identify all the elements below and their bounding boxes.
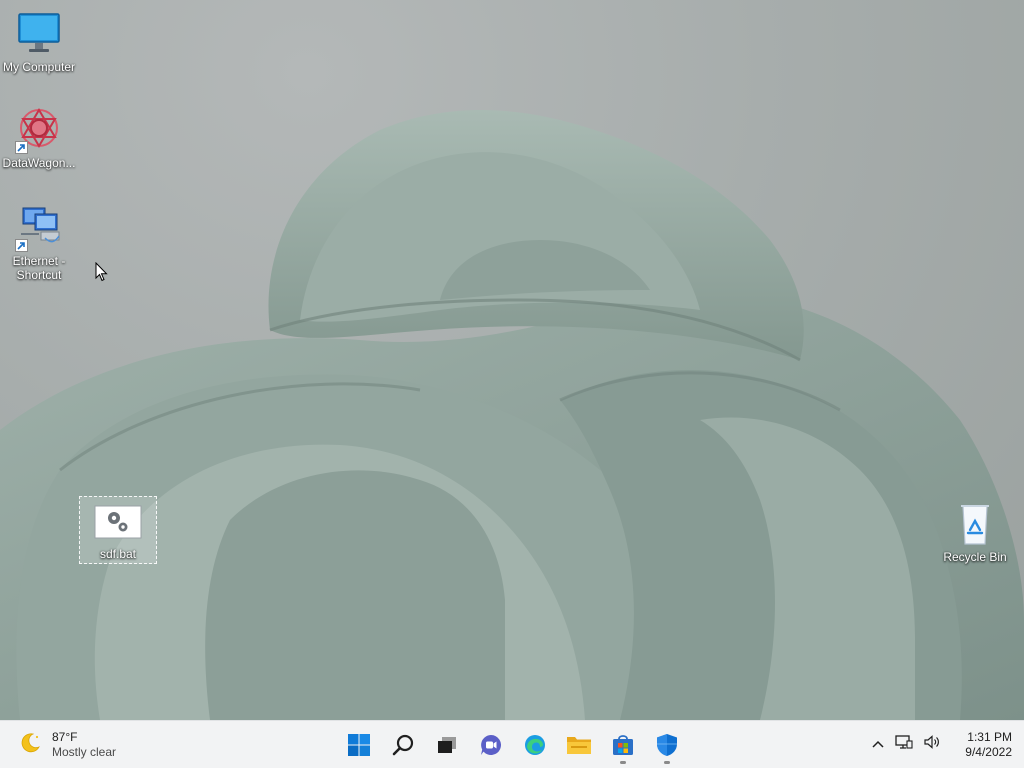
taskbar-apps — [339, 725, 687, 765]
datawagon-logo-icon — [15, 106, 63, 154]
search-button[interactable] — [383, 725, 423, 765]
microsoft-store-icon — [613, 735, 633, 755]
wallpaper-bloom — [0, 110, 1024, 720]
running-indicator — [620, 761, 626, 764]
windows-security-icon — [657, 734, 677, 756]
weather-condition: Mostly clear — [52, 745, 117, 759]
ethernet-shortcut-desktop-icon[interactable]: Ethernet - Shortcut — [0, 204, 78, 282]
taskbar: 87°F Mostly clear 1:31 PM 9/4/2022 — [0, 720, 1024, 768]
system-tray: 1:31 PM 9/4/2022 — [871, 721, 1012, 768]
windows-security-button[interactable] — [647, 725, 687, 765]
datawagon-label: DataWagon... — [2, 156, 76, 170]
task-view-icon — [438, 737, 456, 753]
monitor-icon — [15, 10, 63, 58]
ethernet-label-line1: Ethernet - — [12, 254, 66, 268]
recycle-bin-icon — [951, 500, 999, 548]
file-explorer-button[interactable] — [559, 725, 599, 765]
weather-temperature: 87°F — [52, 730, 78, 744]
my-computer-label: My Computer — [2, 60, 76, 74]
start-button[interactable] — [339, 725, 379, 765]
taskbar-clock[interactable]: 1:31 PM 9/4/2022 — [951, 730, 1012, 760]
file-explorer-icon — [567, 737, 591, 754]
edge-button[interactable] — [515, 725, 555, 765]
running-indicator — [664, 761, 670, 764]
sdf-bat-label: sdf.bat — [99, 547, 137, 561]
shortcut-arrow-icon — [15, 141, 28, 154]
my-computer-desktop-icon[interactable]: My Computer — [0, 10, 78, 74]
edge-browser-icon — [525, 735, 545, 755]
recycle-bin-desktop-icon[interactable]: Recycle Bin — [936, 500, 1014, 564]
moon-weather-icon — [18, 731, 42, 760]
datawagon-shortcut-desktop-icon[interactable]: DataWagon... — [0, 106, 78, 170]
recycle-bin-label: Recycle Bin — [943, 550, 1007, 564]
network-computers-icon — [15, 204, 63, 252]
teams-chat-icon — [481, 735, 502, 755]
windows-start-icon — [348, 734, 370, 756]
task-view-button[interactable] — [427, 725, 467, 765]
show-hidden-icons-chevron-up-icon[interactable] — [871, 736, 885, 754]
network-icon[interactable] — [895, 734, 913, 755]
microsoft-store-button[interactable] — [603, 725, 643, 765]
batch-file-gears-icon — [94, 505, 142, 539]
search-icon — [392, 734, 414, 756]
shortcut-arrow-icon — [15, 239, 28, 252]
clock-time: 1:31 PM — [967, 729, 1012, 744]
mouse-cursor-icon — [95, 262, 108, 282]
chat-button[interactable] — [471, 725, 511, 765]
desktop[interactable]: My Computer DataWagon... Ethernet - Shor… — [0, 0, 1024, 720]
clock-date: 9/4/2022 — [965, 744, 1012, 759]
weather-widget[interactable]: 87°F Mostly clear — [18, 730, 116, 760]
volume-icon[interactable] — [923, 734, 941, 755]
ethernet-label-line2: Shortcut — [16, 268, 62, 282]
sdf-bat-desktop-icon[interactable]: sdf.bat — [79, 496, 157, 564]
